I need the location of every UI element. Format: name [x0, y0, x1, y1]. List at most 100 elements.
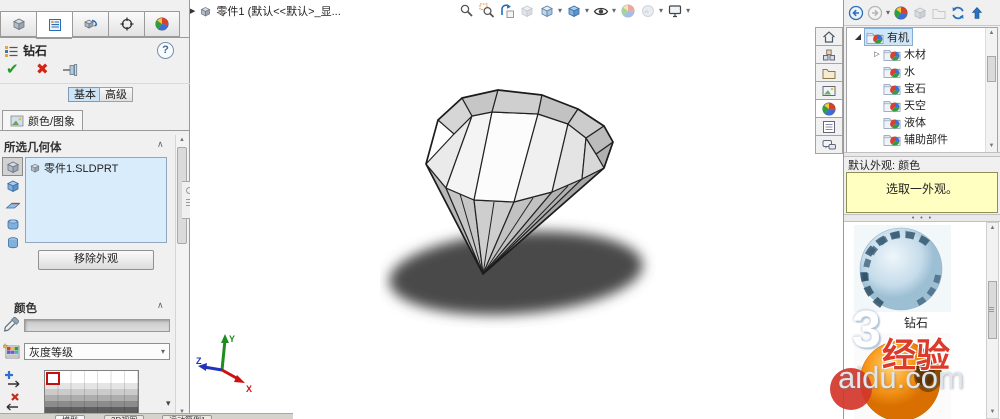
tree-expand-arrow[interactable]: ▶ — [190, 7, 195, 15]
tree-item[interactable]: 液体 — [847, 113, 997, 130]
tab-3d-views[interactable]: 3D视图 — [104, 415, 145, 419]
chevron-down-icon[interactable]: ▾ — [585, 6, 589, 15]
back-button[interactable] — [848, 5, 864, 21]
tab-model[interactable]: 模型 — [55, 415, 85, 419]
view-settings-button[interactable] — [666, 2, 683, 19]
tab-motion-study[interactable]: 运动算例1 — [162, 415, 213, 419]
expander-open-icon[interactable]: ◢ — [852, 32, 864, 41]
scroll-up-arrow[interactable]: ▲ — [986, 28, 997, 38]
tab-forum[interactable] — [815, 135, 843, 154]
orange-appearance-thumbnail[interactable] — [854, 333, 951, 419]
open-folder-icon[interactable] — [931, 5, 947, 21]
remove-appearance-button[interactable]: 移除外观 — [38, 250, 154, 270]
graphics-viewport[interactable]: ▶ 零件1 (默认<<默认>_显... ▾ ▾ ▾ ▾ ▾ Y Z X — [190, 0, 843, 419]
tree-item[interactable]: ▷ 木材 — [847, 45, 997, 62]
tab-propertymanager[interactable] — [36, 11, 72, 39]
zoom-to-fit-button[interactable] — [458, 2, 475, 19]
zoom-to-area-button[interactable] — [478, 2, 495, 19]
feature-tree-root-label[interactable]: 零件1 (默认<<默认>_显... — [216, 3, 340, 19]
tree-item[interactable]: 天空 — [847, 96, 997, 113]
filter-body-button[interactable] — [2, 176, 23, 195]
chevron-down-icon[interactable]: ▾ — [659, 6, 663, 15]
filter-feature-button[interactable] — [2, 233, 23, 252]
tab-file-explorer[interactable] — [815, 63, 843, 82]
tab-dimxpertmanager[interactable] — [108, 11, 144, 37]
panel-scrollbar[interactable]: ▲ ▼ — [175, 135, 188, 419]
scrollbar-grip — [989, 307, 994, 308]
preview-scrollbar[interactable]: ▲ ▼ — [986, 222, 999, 419]
grayscale-swatch-grid[interactable] — [44, 370, 139, 415]
tab-view-palette[interactable] — [815, 81, 843, 100]
color-image-tab[interactable]: 颜色/图象 — [2, 110, 84, 131]
selected-tree-item[interactable]: 有机 — [864, 28, 913, 46]
tab-custom-properties[interactable] — [815, 117, 843, 136]
edit-appearance-button[interactable] — [619, 2, 636, 19]
mode-basic-button[interactable]: 基本 — [68, 87, 102, 102]
tab-home[interactable] — [815, 27, 843, 46]
tab-appearances[interactable] — [815, 99, 843, 118]
tab-configurationmanager[interactable] — [72, 11, 108, 37]
section-view-button[interactable] — [518, 2, 535, 19]
previous-view-button[interactable] — [498, 2, 515, 19]
appearance-name-label: 钻石 — [903, 316, 928, 330]
pin-button[interactable] — [62, 63, 78, 77]
chevron-down-icon: ▾ — [160, 347, 165, 356]
filter-face-button[interactable] — [2, 195, 23, 214]
add-appearance-button[interactable] — [3, 369, 22, 388]
apply-scene-button[interactable] — [639, 2, 656, 19]
tree-item[interactable]: 辅助部件 — [847, 130, 997, 147]
tab-featuremanager[interactable] — [0, 11, 36, 37]
diamond-appearance-thumbnail[interactable] — [854, 225, 951, 312]
color-mode-dropdown[interactable]: 灰度等级 ▾ — [24, 343, 170, 360]
tree-item-root[interactable]: ◢ 有机 — [847, 28, 997, 46]
chevron-down-icon[interactable]: ▾ — [686, 6, 690, 15]
appearances-icon[interactable] — [893, 5, 909, 21]
preview-splitter[interactable]: • • • — [844, 214, 1000, 222]
view-orientation-button[interactable] — [538, 2, 555, 19]
help-icon[interactable]: ? — [157, 42, 174, 59]
mode-advanced-button[interactable]: 高级 — [99, 87, 133, 102]
tab-displaymanager[interactable] — [144, 11, 180, 37]
swatch-more-dropdown[interactable]: ▾ — [166, 398, 171, 409]
scrollbar-thumb[interactable] — [988, 281, 997, 339]
chevron-down-icon[interactable]: ▾ — [558, 6, 562, 15]
tree-item-label: 液体 — [904, 116, 926, 129]
eyedropper-icon[interactable] — [3, 316, 20, 333]
tree-item-label: 木材 — [904, 48, 926, 61]
selected-geometry-item[interactable]: 零件1.SLDPRT — [26, 158, 166, 178]
filter-part-button[interactable] — [2, 157, 23, 176]
tree-scrollbar[interactable]: ▲ ▼ — [985, 28, 997, 152]
remove-color-button[interactable] — [3, 392, 22, 411]
refresh-button[interactable] — [950, 5, 966, 21]
expander-closed-icon[interactable]: ▷ — [871, 50, 883, 58]
display-style-button[interactable] — [565, 2, 582, 19]
tree-item[interactable]: 宝石 — [847, 79, 997, 96]
chevron-down-icon[interactable]: ▾ — [612, 6, 616, 15]
chevron-down-icon[interactable]: ▾ — [886, 8, 890, 17]
tree-item[interactable]: 水 — [847, 62, 997, 79]
filter-surface-button[interactable] — [2, 214, 23, 233]
ok-button[interactable]: ✔ — [6, 60, 19, 78]
collapse-chevron-icon[interactable]: ∧ — [157, 139, 164, 150]
triad-z-label: Z — [196, 356, 202, 366]
hide-show-items-button[interactable] — [592, 2, 609, 19]
selected-geometry-listbox[interactable]: 零件1.SLDPRT — [25, 157, 167, 243]
scroll-down-arrow[interactable]: ▼ — [986, 141, 997, 151]
up-level-button[interactable] — [969, 5, 985, 21]
appearance-category-tree: ◢ 有机 ▷ 木材 水 宝石 天空 液体 辅助部件 ▲ ▼ — [846, 27, 998, 153]
color-value-bar[interactable] — [24, 319, 170, 332]
color-image-tab-label: 颜色/图象 — [28, 116, 76, 128]
scroll-up-arrow[interactable]: ▲ — [176, 135, 188, 145]
tab-design-library[interactable] — [815, 45, 843, 64]
scrollbar-thumb[interactable] — [987, 56, 996, 82]
diamond-model[interactable] — [380, 78, 670, 328]
forward-button[interactable] — [867, 5, 883, 21]
color-palette-icon[interactable] — [3, 342, 21, 360]
scroll-up-arrow[interactable]: ▲ — [987, 223, 998, 233]
appearance-folder-icon — [883, 115, 901, 129]
scroll-down-arrow[interactable]: ▼ — [987, 407, 998, 417]
scenes-icon[interactable] — [912, 5, 928, 21]
cancel-button[interactable]: ✖ — [36, 60, 49, 78]
collapse-chevron-icon[interactable]: ∧ — [157, 300, 164, 311]
solidworks-window: 钻石 ? ✔ ✖ 基本 高级 颜色/图象 所选几何体 ∧ 零件1.SLDPRT … — [0, 0, 1000, 419]
